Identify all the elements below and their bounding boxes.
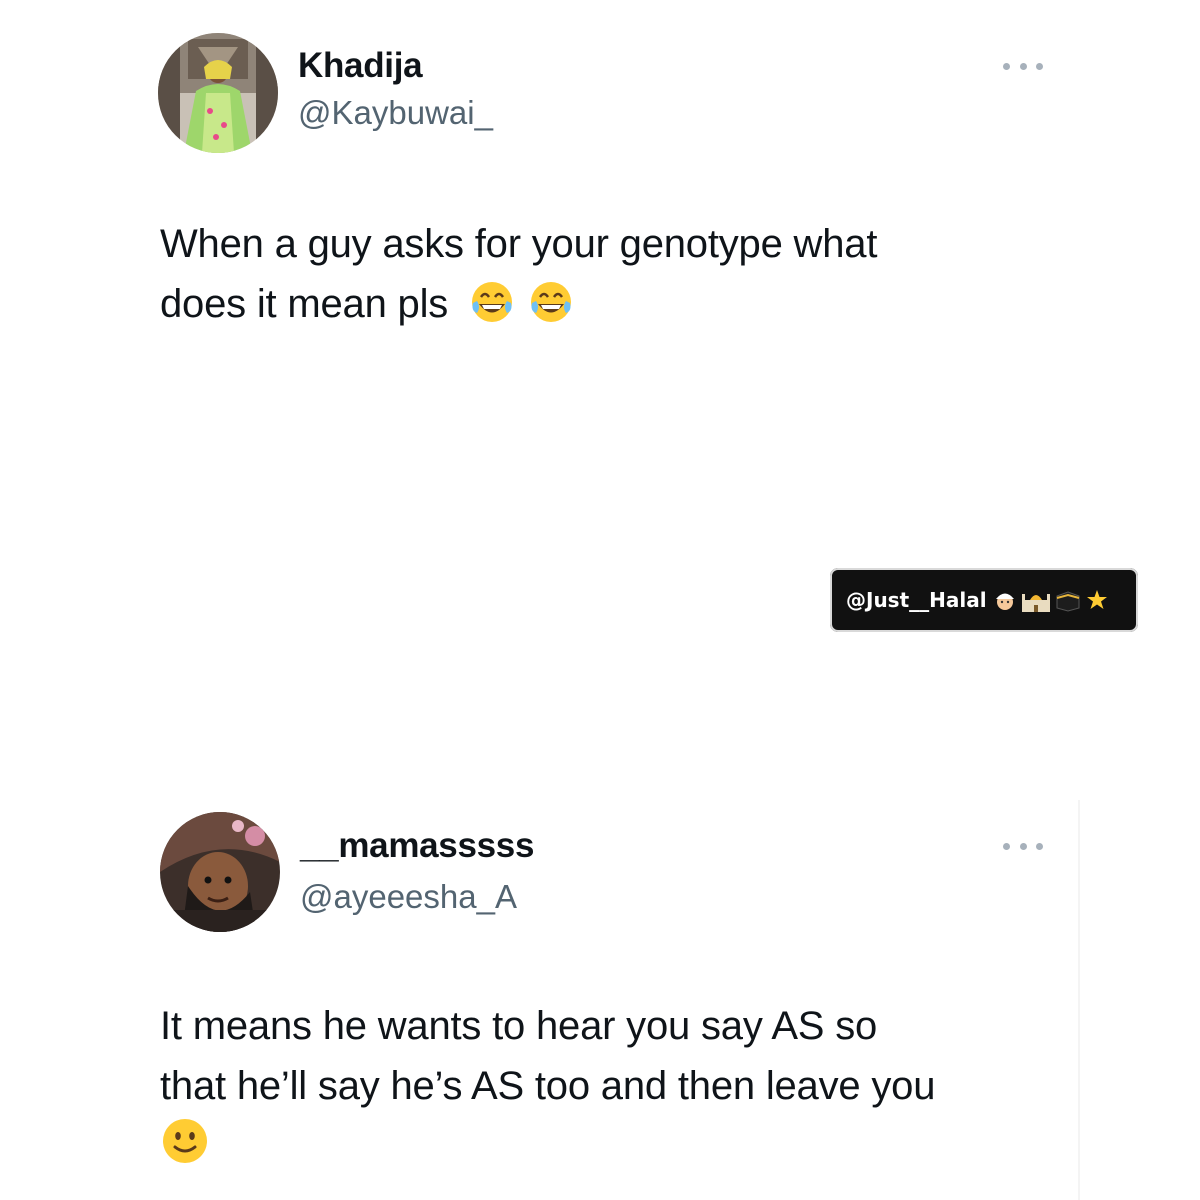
tweet-original[interactable]: Khadija @Kaybuwai_ When a guy asks for y…: [0, 0, 1200, 560]
watermark-icons: [993, 588, 1109, 612]
mosque-icon: [1021, 594, 1050, 612]
kaaba-icon: [1056, 591, 1080, 612]
sparkle-star-icon: [1086, 590, 1107, 609]
man-with-turban-icon: [995, 593, 1014, 610]
tweet-text-line-emoji: [160, 1116, 935, 1183]
more-options-button[interactable]: [1003, 56, 1043, 76]
dot-icon: [1036, 842, 1043, 850]
display-name[interactable]: __mamasssss: [300, 826, 534, 866]
display-name[interactable]: Khadija: [298, 46, 423, 86]
slightly-smiling-face-icon: [160, 1116, 210, 1183]
avatar[interactable]: [158, 33, 278, 153]
avatar[interactable]: [160, 812, 280, 932]
dot-icon: [1003, 62, 1010, 70]
tweet-body: It means he wants to hear you say AS so …: [160, 996, 935, 1183]
tweet-text-line: that he’ll say he’s AS too and then leav…: [160, 1064, 936, 1108]
dot-icon: [1036, 62, 1043, 70]
tears-of-joy-icon: [528, 279, 574, 342]
dot-icon: [1003, 842, 1010, 850]
avatar-woman-photo: [158, 33, 278, 153]
avatar-selfie-photo: [160, 812, 280, 932]
user-handle[interactable]: @ayeeesha_A: [300, 878, 517, 916]
tweet-reply[interactable]: __mamasssss @ayeeesha_A It means he want…: [0, 790, 1200, 1200]
user-handle[interactable]: @Kaybuwai_: [298, 94, 493, 132]
dot-icon: [1019, 62, 1027, 70]
watermark-label: @Just__Halal: [830, 568, 1138, 632]
tweet-text-line: When a guy asks for your genotype what: [160, 222, 878, 266]
dot-icon: [1019, 842, 1027, 850]
tweet-text-line: It means he wants to hear you say AS so: [160, 1004, 878, 1048]
tweet-text-line-with-emoji: does it mean pls: [160, 274, 877, 342]
tweet-body: When a guy asks for your genotype what d…: [160, 214, 877, 342]
watermark-text: @Just__Halal: [846, 588, 987, 612]
tears-of-joy-icon: [469, 279, 515, 342]
more-options-button[interactable]: [1003, 836, 1043, 856]
tweet-text-line: does it mean pls: [160, 282, 449, 326]
